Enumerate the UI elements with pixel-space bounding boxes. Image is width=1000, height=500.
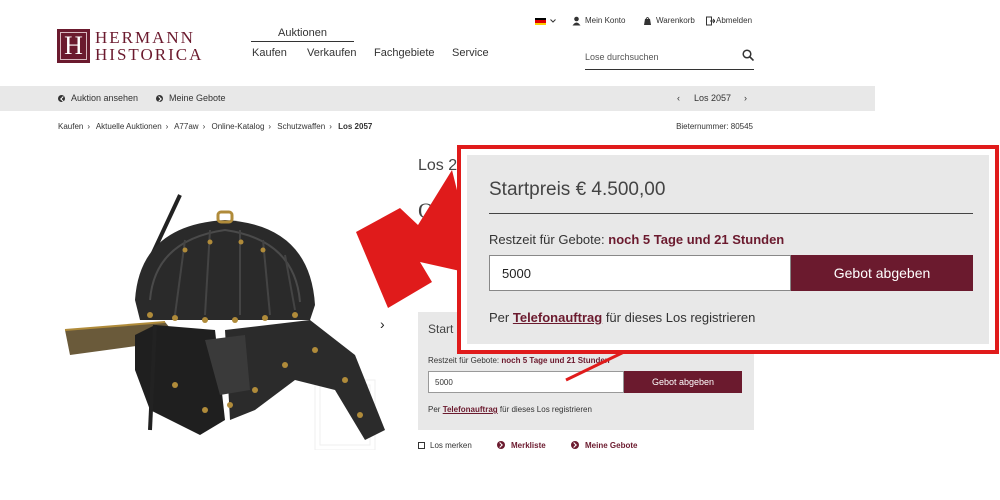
my-account-link[interactable]: Mein Konto [585,16,625,25]
phone-bid-link[interactable]: Telefonauftrag [443,405,498,414]
view-auction-label: Auktion ansehen [71,93,139,103]
object-title: O [418,198,434,223]
chevron-down-icon[interactable] [550,18,556,24]
nav-item-verkaufen[interactable]: Verkaufen [307,47,357,59]
cart-icon [644,17,651,25]
zoom-phone-bid-text: Per Telefonauftrag für dieses Los regist… [489,310,755,325]
remaining-time: Restzeit für Gebote: noch 5 Tage und 21 … [428,356,610,365]
bid-amount-input[interactable]: 5000 [428,371,624,393]
my-bids-label: Meine Gebote [169,93,226,103]
zoom-remaining-time: Restzeit für Gebote: noch 5 Tage und 21 … [489,232,784,247]
arrow-right-circle-icon [497,441,505,449]
watchlist-label: Merkliste [511,441,546,450]
zoom-callout: Startpreis € 4.500,00 Restzeit für Gebot… [457,145,999,354]
zoom-phone-bid-post: für dieses Los registrieren [605,310,756,325]
phone-bid-post: für dieses Los registrieren [499,405,592,414]
remaining-time-value: noch 5 Tage und 21 Stunden [501,356,610,365]
arrow-right-circle-icon [156,95,163,102]
my-bids-bottom-label: Meine Gebote [585,441,638,450]
next-lot-icon[interactable]: › [744,93,747,103]
my-bids-link[interactable]: Meine Gebote [156,93,226,103]
breadcrumb-item[interactable]: Online-Katalog [211,122,264,131]
zoom-phone-bid-link[interactable]: Telefonauftrag [513,310,602,325]
zoom-divider [489,213,973,214]
checkbox-icon [418,442,425,449]
phone-bid-pre: Per [428,405,441,414]
logo-line-2: HISTORICA [95,45,204,64]
nav-item-service[interactable]: Service [452,47,489,59]
start-price: Start [428,322,454,336]
nav-item-fachgebiete[interactable]: Fachgebiete [374,47,435,59]
logo-line-1: HERMANN [95,28,195,47]
phone-bid-text: Per Telefonauftrag für dieses Los regist… [428,405,592,414]
arrow-right-circle-icon [571,441,579,449]
nav-item-kaufen[interactable]: Kaufen [252,47,287,59]
search-box [585,48,754,70]
lot-image-helmet[interactable] [55,190,405,450]
breadcrumb-item[interactable]: A77aw [174,122,198,131]
bidder-number: Bieternummer: 80545 [676,122,753,131]
breadcrumb-current: Los 2057 [338,122,373,131]
watchlist-link[interactable]: Merkliste [497,441,546,450]
user-icon [572,16,581,26]
search-icon[interactable] [742,49,754,61]
logout-link[interactable]: Abmelden [716,16,752,25]
zoom-bid-amount-input[interactable] [489,255,791,291]
search-input[interactable] [585,52,735,62]
image-next-arrow-icon[interactable]: › [380,316,385,332]
logout-icon [706,16,715,26]
watch-lot-label: Los merken [430,441,472,450]
place-bid-button[interactable]: Gebot abgeben [624,371,742,393]
view-auction-link[interactable]: Auktion ansehen [58,93,138,103]
zoom-remaining-time-value: noch 5 Tage und 21 Stunden [608,232,785,247]
remaining-time-label: Restzeit für Gebote: [428,356,500,365]
watch-lot-checkbox[interactable]: Los merken [418,441,472,450]
breadcrumb-item[interactable]: Aktuelle Auktionen [96,122,162,131]
zoom-start-price: Startpreis € 4.500,00 [489,179,666,200]
breadcrumb-item[interactable]: Schutzwaffen [277,122,325,131]
zoom-place-bid-button[interactable]: Gebot abgeben [791,255,973,291]
brand-logo[interactable]: H HERMANN HISTORICA [57,29,219,63]
zoom-phone-bid-pre: Per [489,310,510,325]
lot-title: Los 2 [418,157,458,174]
my-bids-bottom-link[interactable]: Meine Gebote [571,441,637,450]
breadcrumb-item[interactable]: Kaufen [58,122,83,131]
breadcrumb: Kaufen › Aktuelle Auktionen › A77aw › Onlin… [58,122,373,131]
zoom-remaining-time-label: Restzeit für Gebote: [489,232,605,247]
auction-subbar: Auktion ansehen Meine Gebote ‹ Los 2057 … [0,86,875,111]
logo-mark: H [57,29,90,63]
arrow-left-circle-icon [58,95,65,102]
zoom-bid-box: Startpreis € 4.500,00 Restzeit für Gebot… [467,155,989,344]
nav-auktionen[interactable]: Auktionen [251,27,354,42]
lot-number: Los 2057 [694,93,732,103]
cart-link[interactable]: Warenkorb [656,16,695,25]
language-flag-icon[interactable] [535,18,546,25]
prev-lot-icon[interactable]: ‹ [677,93,680,103]
